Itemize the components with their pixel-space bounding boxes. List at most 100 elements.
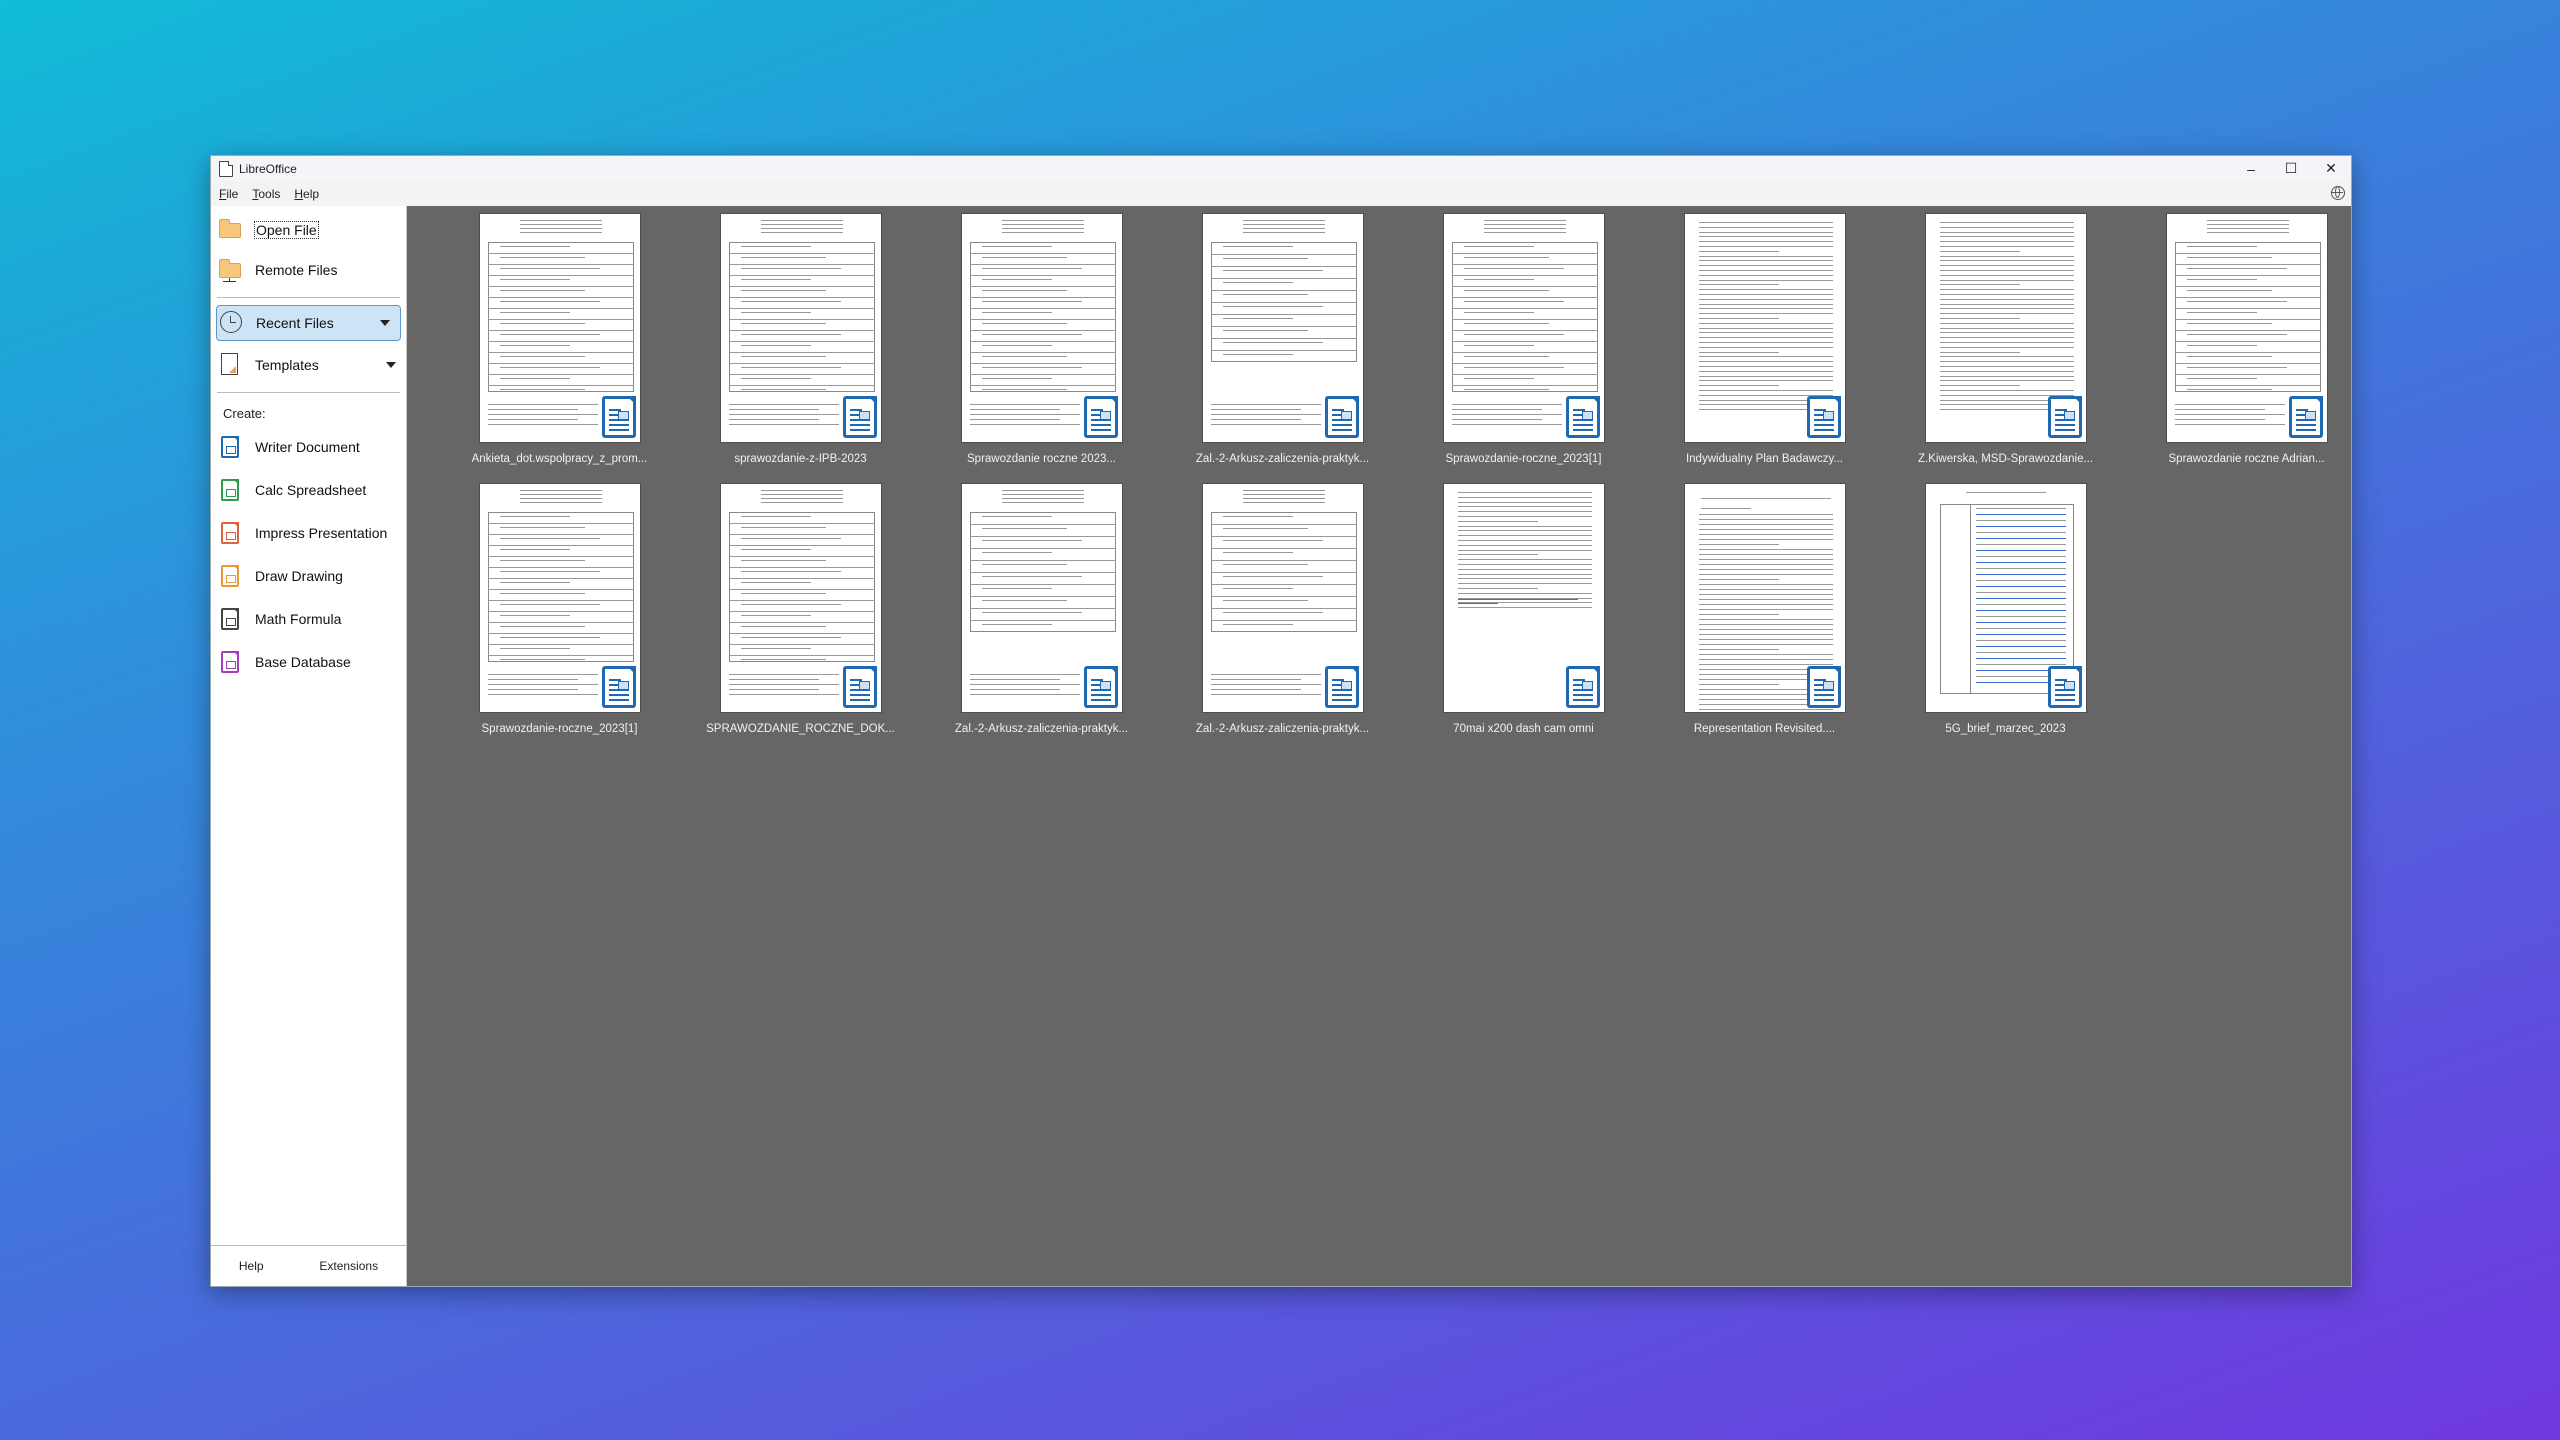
document-thumbnail: [1683, 483, 1846, 713]
recent-file-name: Zal.-2-Arkusz-zaliczenia-praktyk...: [1195, 453, 1370, 465]
recent-file-name: Zal.-2-Arkusz-zaliczenia-praktyk...: [1195, 723, 1370, 735]
writer-file-type-icon: [1324, 666, 1359, 708]
create-calc-button[interactable]: Calc Spreadsheet: [211, 468, 406, 511]
menu-file-label: ile: [226, 186, 239, 201]
recent-file-tile[interactable]: Ankieta_dot.wspolpracy_z_prom...: [439, 213, 680, 483]
extensions-link[interactable]: Extensions: [319, 1259, 378, 1273]
create-math-button[interactable]: Math Formula: [211, 597, 406, 640]
sidebar-divider: [217, 392, 400, 393]
recent-file-tile[interactable]: SPRAWOZDANIE_ROCZNE_DOK...: [680, 483, 921, 753]
recent-file-name: Sprawozdanie roczne 2023...: [967, 453, 1116, 465]
help-link[interactable]: Help: [239, 1259, 264, 1273]
window-controls: – ☐ ✕: [2231, 156, 2351, 181]
templates-icon: [219, 353, 243, 377]
sidebar: Open File Remote Files Recent Files Temp…: [211, 206, 407, 1286]
recent-file-name: Sprawozdanie-roczne_2023[1]: [1445, 453, 1602, 465]
writer-file-type-icon: [1806, 396, 1841, 438]
recent-file-name: Ankieta_dot.wspolpracy_z_prom...: [471, 453, 648, 465]
window-title: LibreOffice: [239, 161, 297, 176]
close-button[interactable]: ✕: [2311, 156, 2351, 181]
document-thumbnail: [960, 483, 1123, 713]
create-writer-button[interactable]: Writer Document: [211, 425, 406, 468]
recent-file-tile[interactable]: 5G_brief_marzec_2023: [1885, 483, 2126, 753]
writer-file-type-icon: [1083, 666, 1118, 708]
recent-file-tile[interactable]: 70mai x200 dash cam omni: [1403, 483, 1644, 753]
document-thumbnail: [719, 213, 882, 443]
writer-file-type-icon: [842, 666, 877, 708]
create-item-label: Draw Drawing: [255, 567, 343, 584]
writer-file-type-icon: [1565, 666, 1600, 708]
draw-icon: [219, 564, 243, 588]
base-icon: [219, 650, 243, 674]
document-thumbnail: [719, 483, 882, 713]
menu-help[interactable]: Help: [286, 187, 325, 201]
recent-file-name: Sprawozdanie roczne Adrian...: [2168, 453, 2325, 465]
create-item-label: Calc Spreadsheet: [255, 481, 367, 498]
writer-file-type-icon: [2288, 396, 2323, 438]
recent-file-tile[interactable]: Sprawozdanie roczne 2023...: [921, 213, 1162, 483]
menu-file[interactable]: File: [211, 187, 244, 201]
recent-file-name: Zal.-2-Arkusz-zaliczenia-praktyk...: [954, 723, 1129, 735]
minimize-button[interactable]: –: [2231, 156, 2271, 181]
globe-update-icon[interactable]: [2331, 186, 2345, 200]
recent-file-name: Sprawozdanie-roczne_2023[1]: [481, 723, 638, 735]
writer-file-type-icon: [1324, 396, 1359, 438]
writer-icon: [219, 435, 243, 459]
remote-files-button[interactable]: Remote Files: [211, 250, 406, 290]
document-thumbnail: [1201, 483, 1364, 713]
templates-label: Templates: [255, 357, 319, 373]
open-file-label: Open File: [254, 221, 319, 239]
folder-icon: [219, 218, 243, 242]
recent-file-tile[interactable]: Zal.-2-Arkusz-zaliczenia-praktyk...: [1162, 213, 1403, 483]
document-thumbnail: [1683, 213, 1846, 443]
document-thumbnail: [1924, 483, 2087, 713]
recent-file-name: 5G_brief_marzec_2023: [1945, 723, 2066, 735]
recent-file-name: Z.Kiwerska, MSD-Sprawozdanie...: [1917, 453, 2094, 465]
maximize-button[interactable]: ☐: [2271, 156, 2311, 181]
templates-button[interactable]: Templates: [211, 345, 406, 385]
recent-files-area: Ankieta_dot.wspolpracy_z_prom... sprawozd…: [407, 206, 2351, 1286]
writer-file-type-icon: [601, 396, 636, 438]
title-bar: LibreOffice – ☐ ✕: [211, 156, 2351, 181]
recent-files-button[interactable]: Recent Files: [216, 305, 401, 341]
recent-file-tile[interactable]: Zal.-2-Arkusz-zaliczenia-praktyk...: [921, 483, 1162, 753]
recent-file-name: sprawozdanie-z-IPB-2023: [734, 453, 867, 465]
writer-file-type-icon: [1565, 396, 1600, 438]
create-base-button[interactable]: Base Database: [211, 640, 406, 683]
writer-file-type-icon: [842, 396, 877, 438]
create-draw-button[interactable]: Draw Drawing: [211, 554, 406, 597]
recent-files-label: Recent Files: [256, 315, 334, 331]
recent-file-tile[interactable]: Indywidualny Plan Badawczy...: [1644, 213, 1885, 483]
recent-file-tile[interactable]: Zal.-2-Arkusz-zaliczenia-praktyk...: [1162, 483, 1403, 753]
recent-file-tile[interactable]: Representation Revisited....: [1644, 483, 1885, 753]
create-item-label: Base Database: [255, 653, 351, 670]
create-impress-button[interactable]: Impress Presentation: [211, 511, 406, 554]
start-center-body: Open File Remote Files Recent Files Temp…: [211, 206, 2351, 1286]
sidebar-divider: [217, 297, 400, 298]
impress-icon: [219, 521, 243, 545]
recent-file-tile[interactable]: Z.Kiwerska, MSD-Sprawozdanie...: [1885, 213, 2126, 483]
writer-file-type-icon: [1806, 666, 1841, 708]
document-thumbnail: [1201, 213, 1364, 443]
recent-file-tile[interactable]: Sprawozdanie-roczne_2023[1]: [439, 483, 680, 753]
libreoffice-app-icon: [219, 160, 233, 177]
document-thumbnail: [1442, 213, 1605, 443]
recent-file-tile[interactable]: Sprawozdanie roczne Adrian...: [2126, 213, 2351, 483]
clock-icon: [220, 311, 244, 335]
recent-files-dropdown-icon[interactable]: [380, 320, 390, 326]
calc-icon: [219, 478, 243, 502]
open-file-button[interactable]: Open File: [211, 210, 406, 250]
writer-file-type-icon: [2047, 666, 2082, 708]
recent-file-name: 70mai x200 dash cam omni: [1453, 723, 1594, 735]
menu-tools[interactable]: Tools: [244, 187, 286, 201]
sidebar-footer: Help Extensions: [211, 1245, 406, 1286]
document-thumbnail: [1924, 213, 2087, 443]
create-item-label: Writer Document: [255, 438, 360, 455]
menu-bar: File Tools Help: [211, 181, 2351, 207]
create-list: Writer Document Calc Spreadsheet Impress P…: [211, 425, 406, 683]
templates-dropdown-icon[interactable]: [386, 362, 396, 368]
recent-file-tile[interactable]: Sprawozdanie-roczne_2023[1]: [1403, 213, 1644, 483]
recent-file-tile[interactable]: sprawozdanie-z-IPB-2023: [680, 213, 921, 483]
create-item-label: Impress Presentation: [255, 524, 388, 541]
menu-tools-label: ools: [258, 186, 281, 201]
